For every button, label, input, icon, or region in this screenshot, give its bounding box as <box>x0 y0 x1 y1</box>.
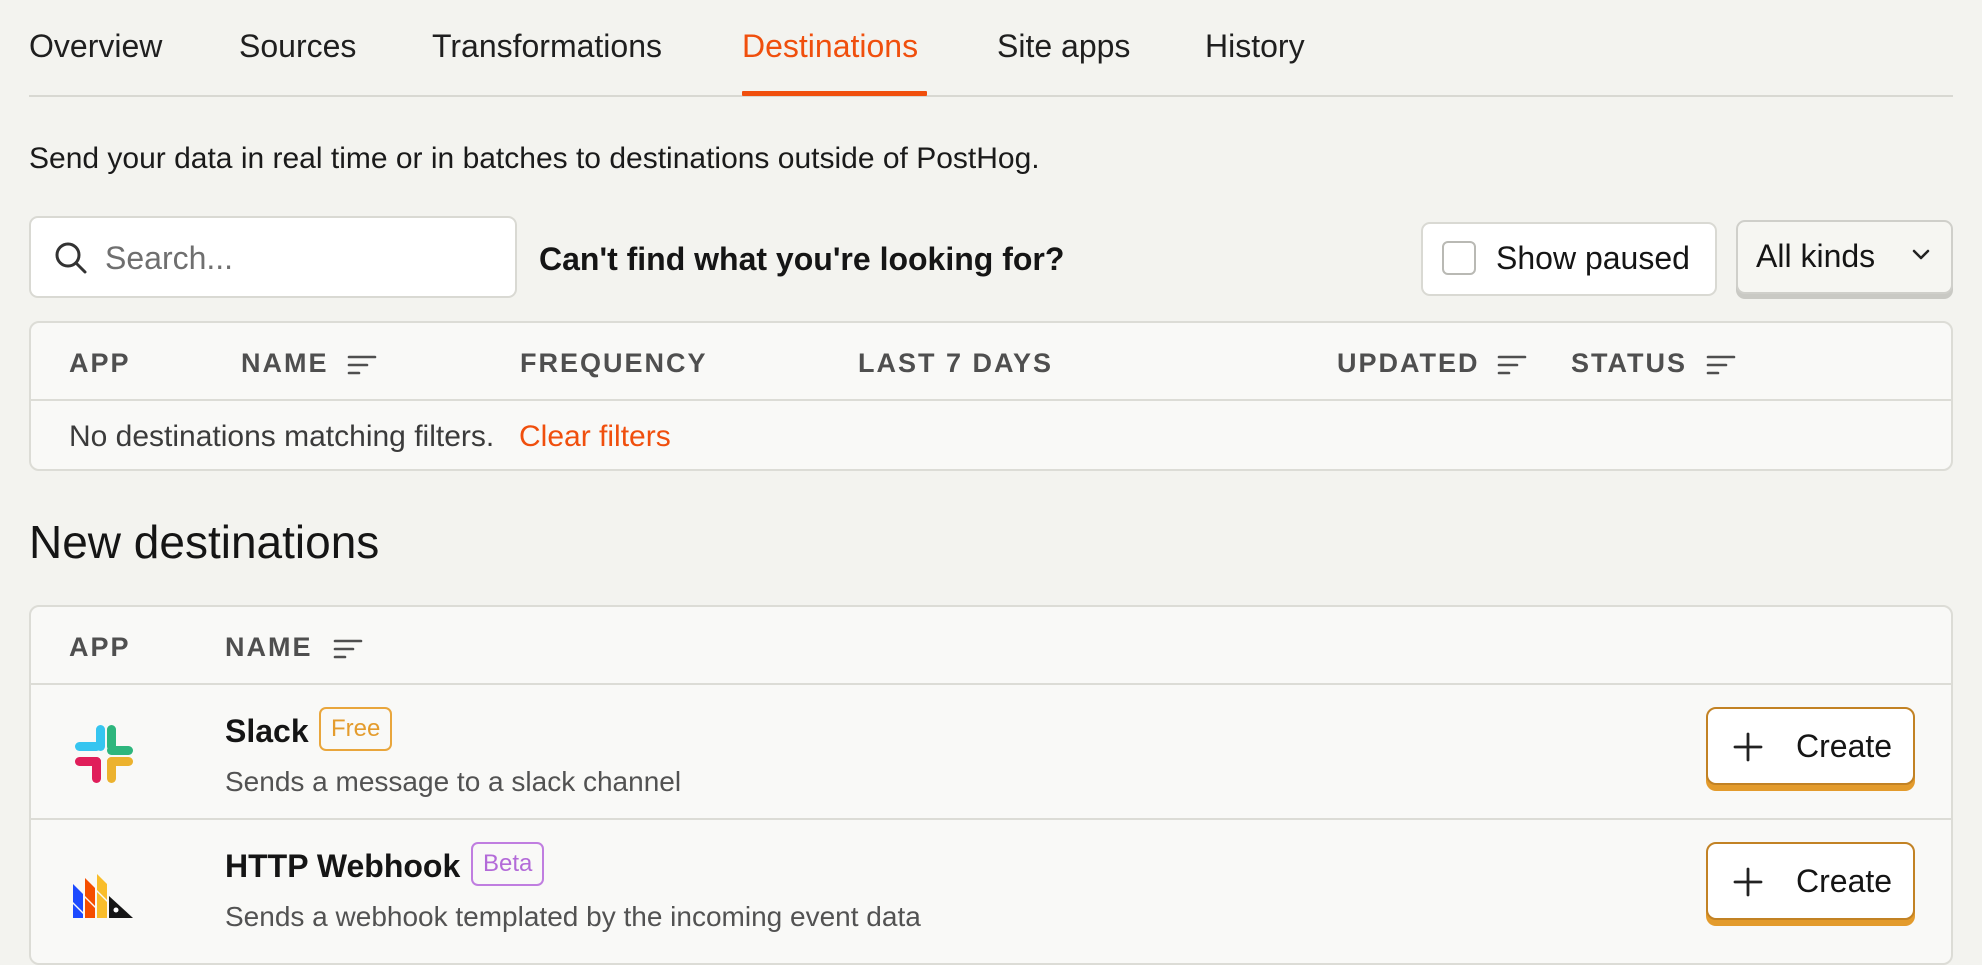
column-status[interactable]: STATUS <box>1571 348 1687 379</box>
empty-state-text: No destinations matching filters. <box>69 420 495 453</box>
posthog-logo-icon <box>73 874 133 918</box>
column-frequency: FREQUENCY <box>520 348 708 378</box>
tab-history[interactable]: History <box>1205 28 1305 65</box>
column-updated[interactable]: UPDATED <box>1337 348 1480 379</box>
plus-icon <box>1733 732 1763 762</box>
kind-select[interactable]: All kinds <box>1736 220 1953 294</box>
tab-overview[interactable]: Overview <box>29 28 162 65</box>
table-header: APP NAME FREQUENCY LAST 7 DAYS UPDATED S… <box>31 323 1951 401</box>
empty-state-row: No destinations matching filters. Clear … <box>31 401 1951 469</box>
create-button[interactable]: Create <box>1706 842 1915 920</box>
active-tab-indicator <box>742 91 927 96</box>
section-title: New destinations <box>29 516 380 568</box>
table-row: HTTP Webhook Beta Sends a webhook templa… <box>31 820 1951 953</box>
search-field[interactable] <box>29 216 517 298</box>
search-input[interactable] <box>103 232 507 284</box>
kind-select-value: All kinds <box>1756 238 1876 274</box>
slack-logo-icon <box>75 725 133 783</box>
column-last-7-days: LAST 7 DAYS <box>858 348 1054 378</box>
column-name[interactable]: NAME <box>225 632 313 663</box>
search-icon <box>55 242 87 274</box>
column-app: APP <box>69 632 131 662</box>
free-badge: Free <box>319 707 393 751</box>
destination-description: Sends a webhook templated by the incomin… <box>225 901 921 932</box>
sort-icon[interactable] <box>1706 354 1736 376</box>
sort-icon[interactable] <box>333 638 363 660</box>
clear-filters-link[interactable]: Clear filters <box>519 420 671 454</box>
page-description: Send your data in real time or in batche… <box>29 142 1040 175</box>
tab-site-apps[interactable]: Site apps <box>997 28 1130 65</box>
cant-find-text: Can't find what you're looking for? <box>539 241 1065 277</box>
tab-bar: Overview Sources Transformations Destina… <box>29 0 1953 97</box>
table-header: APP NAME <box>31 607 1951 685</box>
sort-icon[interactable] <box>1497 354 1527 376</box>
tab-transformations[interactable]: Transformations <box>432 28 662 65</box>
column-name[interactable]: NAME <box>241 348 329 379</box>
table-row: Slack Free Sends a message to a slack ch… <box>31 685 1951 820</box>
tab-destinations[interactable]: Destinations <box>742 28 918 65</box>
destinations-table: APP NAME FREQUENCY LAST 7 DAYS UPDATED S… <box>29 321 1953 471</box>
destination-name: Slack <box>225 713 309 749</box>
destination-description: Sends a message to a slack channel <box>225 766 682 797</box>
show-paused-toggle[interactable]: Show paused <box>1421 222 1717 296</box>
chevron-down-icon <box>1912 249 1930 260</box>
create-button-label: Create <box>1796 728 1893 764</box>
new-destinations-table: APP NAME Slack Free Sends a message to a… <box>29 605 1953 965</box>
show-paused-label: Show paused <box>1496 240 1690 276</box>
column-app: APP <box>69 348 131 378</box>
show-paused-checkbox[interactable] <box>1442 241 1476 275</box>
create-button[interactable]: Create <box>1706 707 1915 785</box>
destination-name: HTTP Webhook <box>225 848 461 884</box>
plus-icon <box>1733 867 1763 897</box>
beta-badge: Beta <box>471 842 545 886</box>
create-button-label: Create <box>1796 863 1893 899</box>
sort-icon[interactable] <box>347 354 377 376</box>
destinations-page: Overview Sources Transformations Destina… <box>29 0 1953 965</box>
tab-sources[interactable]: Sources <box>239 28 356 65</box>
